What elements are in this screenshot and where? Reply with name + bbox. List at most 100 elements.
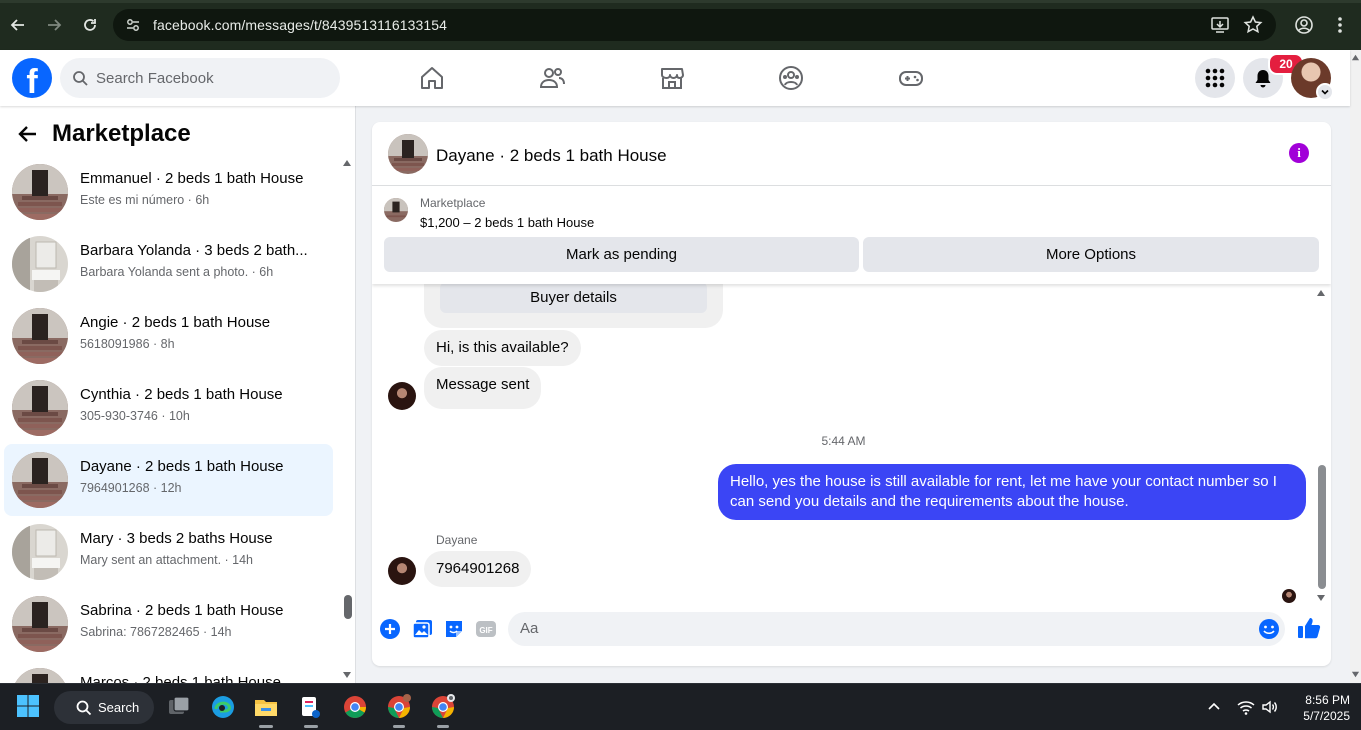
forward-arrow-icon[interactable]: [43, 14, 65, 36]
account-avatar[interactable]: [1291, 58, 1334, 101]
reload-icon[interactable]: [79, 14, 101, 36]
running-indicator: [304, 725, 318, 728]
gaming-icon[interactable]: [897, 64, 925, 92]
gif-icon[interactable]: GIF: [475, 618, 497, 640]
friends-icon[interactable]: [538, 64, 566, 92]
chrome-icon[interactable]: [342, 694, 368, 720]
conversation-item[interactable]: Angie · 2 beds 1 bath House 5618091986 · …: [4, 300, 333, 372]
emoji-icon[interactable]: [1258, 618, 1280, 640]
seen-receipt-avatar: [1282, 589, 1296, 603]
facebook-logo[interactable]: f: [12, 58, 52, 101]
browser-menu-icon[interactable]: [1329, 14, 1351, 36]
clock-time: 8:56 PM: [1305, 693, 1350, 707]
chrome-guest-icon[interactable]: [430, 694, 456, 720]
incoming-message: 7964901268: [424, 551, 532, 587]
running-indicator: [437, 725, 449, 728]
scroll-up-arrow-icon[interactable]: [1316, 288, 1326, 298]
system-clock[interactable]: 8:56 PM 5/7/2025: [1280, 692, 1350, 724]
listing-thumbnail[interactable]: [388, 134, 428, 174]
incoming-message: Hi, is this available?: [424, 330, 581, 366]
scroll-down-arrow-icon[interactable]: [1316, 593, 1326, 603]
conversation-name: Marcos · 2 beds 1 bath House: [80, 674, 281, 683]
buyer-details-button[interactable]: Buyer details: [440, 284, 707, 313]
taskbar-search[interactable]: Search: [54, 691, 154, 724]
search-input[interactable]: Search Facebook: [60, 58, 340, 98]
conversation-item[interactable]: Sabrina · 2 beds 1 bath House Sabrina: 78…: [4, 588, 333, 660]
more-options-button[interactable]: More Options: [863, 237, 1319, 272]
volume-icon[interactable]: [1261, 698, 1279, 716]
search-icon: [72, 70, 88, 86]
conversation-preview: Mary sent an attachment. · 14h: [80, 553, 254, 567]
browser-toolbar: facebook.com/messages/t/8439513116133154: [0, 0, 1361, 50]
conversation-item[interactable]: Barbara Yolanda · 3 beds 2 bath... Barbar…: [4, 228, 333, 300]
like-thumb-icon[interactable]: [1297, 616, 1321, 639]
scroll-up-arrow-icon[interactable]: [1351, 53, 1360, 62]
chat-panel: Dayane · 2 beds 1 bath House i Marketpla…: [372, 122, 1331, 666]
contact-avatar[interactable]: [388, 382, 416, 410]
page-scrollbar[interactable]: [1350, 50, 1361, 683]
listing-thumbnail: [12, 308, 68, 364]
profile-icon[interactable]: [1293, 14, 1315, 36]
message-input-placeholder: Aa: [520, 620, 539, 637]
running-indicator: [393, 725, 405, 728]
marketplace-label: Marketplace: [420, 196, 486, 210]
svg-text:GIF: GIF: [479, 626, 492, 635]
taskbar-search-label: Search: [98, 700, 140, 715]
snipping-tool-icon[interactable]: [298, 694, 324, 720]
back-arrow-icon[interactable]: [7, 14, 29, 36]
mark-as-pending-button[interactable]: Mark as pending: [384, 237, 859, 272]
conversation-item[interactable]: Cynthia · 2 beds 1 bath House 305-930-374…: [4, 372, 333, 444]
task-view-icon[interactable]: [166, 694, 192, 720]
conversation-preview: Este es mi número · 6h: [80, 193, 210, 207]
conversation-name: Barbara Yolanda · 3 beds 2 bath...: [80, 242, 308, 259]
url-text[interactable]: facebook.com/messages/t/8439513116133154: [153, 17, 447, 33]
menu-grid-button[interactable]: [1195, 58, 1235, 98]
chat-header: Dayane · 2 beds 1 bath House i: [372, 122, 1331, 186]
message-input[interactable]: Aa: [508, 612, 1285, 646]
photo-icon[interactable]: [412, 618, 434, 640]
scroll-up-arrow-icon[interactable]: [342, 158, 352, 168]
chat-scrollbar[interactable]: [1318, 465, 1326, 589]
windows-start-icon[interactable]: [16, 694, 42, 720]
tab-strip-edge: [0, 0, 1361, 3]
sidebar-scrollbar[interactable]: [344, 595, 352, 619]
bookmark-star-icon[interactable]: [1243, 15, 1263, 35]
windows-taskbar: Search 8:56 PM 5/7/2025: [0, 683, 1361, 730]
chevron-down-icon[interactable]: [1316, 83, 1334, 101]
chat-title: Dayane · 2 beds 1 bath House: [436, 146, 667, 165]
marketplace-icon[interactable]: [658, 64, 686, 92]
search-icon: [76, 700, 92, 715]
address-bar[interactable]: facebook.com/messages/t/8439513116133154: [113, 9, 1276, 41]
listing-thumbnail: [12, 164, 68, 220]
site-settings-icon[interactable]: [123, 15, 143, 35]
conversation-name: Cynthia · 2 beds 1 bath House: [80, 386, 283, 403]
chevron-up-icon[interactable]: [1205, 698, 1223, 716]
conversation-item[interactable]: Mary · 3 beds 2 baths House Mary sent an …: [4, 516, 333, 588]
home-icon[interactable]: [418, 64, 446, 92]
scroll-down-arrow-icon[interactable]: [342, 670, 352, 680]
info-icon[interactable]: i: [1289, 143, 1309, 163]
marketplace-listing-bar: Marketplace $1,200 – 2 beds 1 bath House…: [372, 186, 1331, 284]
file-explorer-icon[interactable]: [253, 694, 279, 720]
message-composer: GIF Aa: [372, 612, 1331, 662]
conversation-item[interactable]: Dayane · 2 beds 1 bath House 7964901268 ·…: [4, 444, 333, 516]
facebook-header: f Search Facebook 20: [0, 50, 1350, 106]
conversation-preview: Sabrina: 7867282465 · 14h: [80, 625, 232, 639]
contact-avatar[interactable]: [388, 557, 416, 585]
scroll-down-arrow-icon[interactable]: [1351, 670, 1360, 679]
sticker-icon[interactable]: [443, 618, 465, 640]
back-arrow-icon[interactable]: [16, 122, 40, 146]
sidebar-title: Marketplace: [52, 120, 191, 147]
wifi-icon[interactable]: [1237, 698, 1255, 716]
clock-date: 5/7/2025: [1303, 709, 1350, 723]
conversation-item[interactable]: Emmanuel · 2 beds 1 bath House Este es mi…: [4, 156, 333, 228]
edge-browser-icon[interactable]: [210, 694, 236, 720]
chrome-profile-icon[interactable]: [386, 694, 412, 720]
plus-circle-icon[interactable]: [379, 618, 401, 640]
listing-price[interactable]: $1,200 – 2 beds 1 bath House: [420, 215, 594, 230]
conversation-sidebar: Marketplace Emmanuel · 2 beds 1 bath Hou…: [0, 106, 356, 683]
install-app-icon[interactable]: [1210, 15, 1230, 35]
groups-icon[interactable]: [777, 64, 805, 92]
listing-thumbnail-small[interactable]: [384, 198, 408, 222]
conversation-item[interactable]: Marcos · 2 beds 1 bath House: [4, 660, 333, 683]
